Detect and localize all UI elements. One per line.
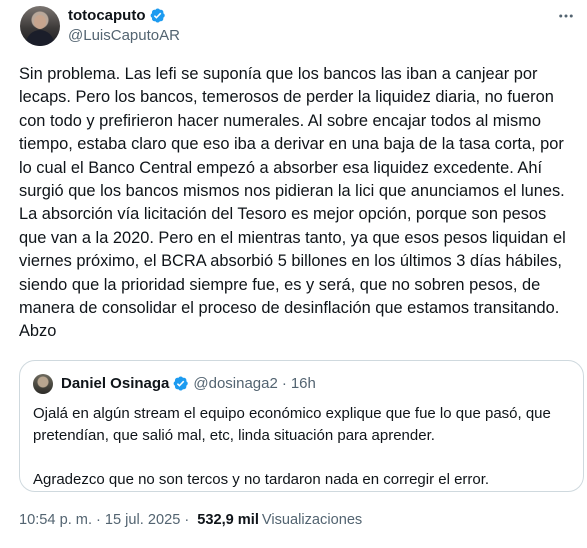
quoted-display-name: Daniel Osinaga: [61, 375, 170, 392]
more-dots-icon: [559, 14, 573, 18]
quoted-author-avatar: [33, 374, 53, 394]
views-label[interactable]: Visualizaciones: [262, 512, 362, 528]
quoted-separator: ·: [281, 375, 287, 392]
author-name-row: totocaputo: [68, 7, 166, 24]
avatar-suit: [26, 30, 54, 46]
avatar-face: [34, 15, 46, 29]
meta-separator: ·: [184, 512, 190, 528]
quoted-handle: @dosinaga2: [193, 375, 278, 392]
verified-badge-icon: [173, 376, 189, 391]
quoted-text: Ojalá en algún stream el equipo económic…: [33, 403, 573, 491]
quoted-paragraph: Ojalá en algún stream el equipo económic…: [33, 405, 551, 444]
verified-badge-icon: [151, 8, 166, 23]
tweet-text: Sin problema. Las lefi se suponía que lo…: [19, 65, 566, 341]
quoted-paragraph: Agradezco que no son tercos y no tardaro…: [33, 471, 490, 488]
more-horizontal-icon[interactable]: [552, 6, 580, 26]
quoted-tweet-card[interactable]: Daniel Osinaga @dosinaga2 · 16h Ojalá en…: [19, 360, 584, 492]
tweet-header: totocaputo @LuisCaputoAR: [0, 0, 587, 50]
meta-separator: ·: [96, 512, 101, 528]
quoted-author-row: Daniel Osinaga @dosinaga2 · 16h: [61, 375, 316, 392]
views-count: 532,9 mil: [197, 512, 259, 528]
tweet-date[interactable]: 15 jul. 2025: [105, 512, 180, 528]
tweet-meta: 10:54 p. m. · 15 jul. 2025 · 532,9 mil V…: [19, 512, 362, 528]
author-avatar[interactable]: [20, 6, 60, 46]
author-display-name[interactable]: totocaputo: [68, 7, 145, 24]
tweet-time[interactable]: 10:54 p. m.: [19, 512, 92, 528]
quoted-time[interactable]: 16h: [291, 375, 316, 392]
author-handle[interactable]: @LuisCaputoAR: [68, 27, 180, 44]
